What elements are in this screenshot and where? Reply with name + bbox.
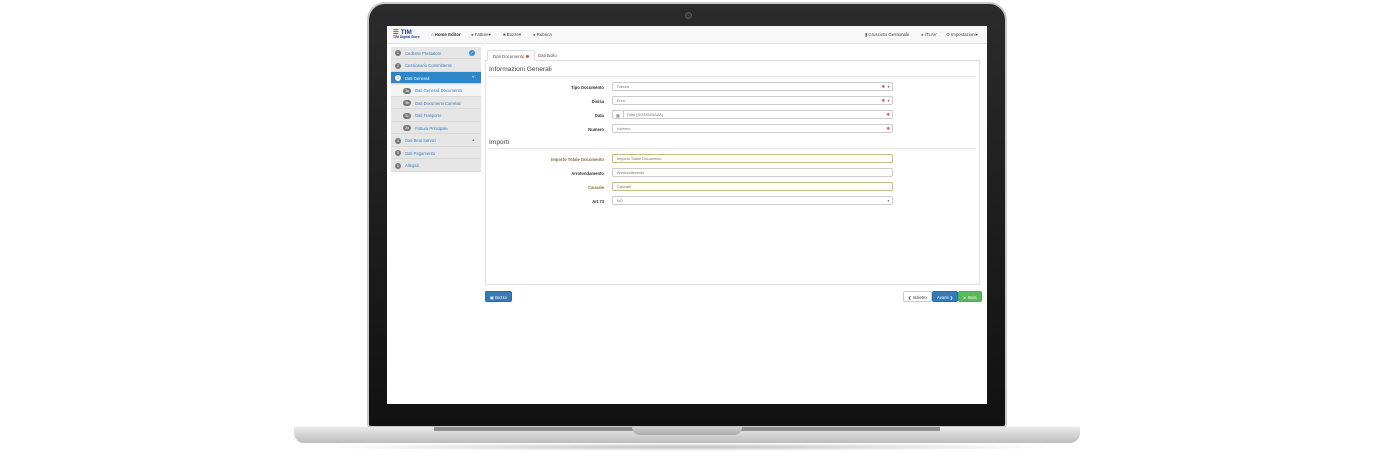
chevron-left-icon: ❮: [908, 295, 912, 300]
nav-impostazioni[interactable]: ⚙Impostazioni▾: [946, 32, 978, 38]
tipo-documento-select[interactable]: Fattura ✱ ▼: [612, 82, 893, 91]
required-asterisk-icon: ✱: [881, 84, 885, 89]
section-title-general: Informazioni Generali: [489, 66, 552, 73]
wizard-sidebar: 1 Cedente Prestatore ✓ 2 Cessionario Com…: [391, 47, 481, 172]
send-icon: ➤: [963, 295, 967, 300]
required-asterisk-icon: ✱: [886, 112, 890, 117]
required-dot-icon: [526, 54, 530, 58]
tab-dati-documento[interactable]: Dati Documento: [487, 50, 536, 61]
document-tabs: Dati Documento Dati Bollo: [485, 47, 980, 61]
users-icon: ●: [533, 32, 536, 37]
draft-button[interactable]: ▣ Bozza: [485, 291, 512, 302]
sidebar-item-allegati[interactable]: 6 Allegati: [391, 160, 481, 172]
chevron-down-icon: ▼: [886, 84, 890, 89]
section-title-amounts: Importi: [489, 139, 510, 146]
sidebar-item-dati-generali[interactable]: 3 Dati Generali ▼: [391, 72, 481, 84]
label-divisa: Divisa: [591, 99, 604, 104]
laptop-mockup: ☰ TIM TIM Digital Store ⌂Home Editor ●Fa…: [0, 0, 1374, 456]
importo-totale-input[interactable]: Importo Totale Documento: [612, 154, 893, 163]
divider: [488, 76, 976, 77]
next-button[interactable]: Avanti ❯: [932, 291, 959, 302]
home-icon: ⌂: [431, 32, 434, 37]
save-icon: ▣: [490, 295, 494, 300]
numero-input[interactable]: Numero ✱: [612, 124, 893, 133]
nav-user[interactable]: ●ITLAV: [921, 32, 937, 37]
divisa-select[interactable]: Euro ✱ ▼: [612, 96, 893, 105]
sidebar-item-documenti-correlati[interactable]: 3b Dati Documenti Correlati: [391, 97, 481, 109]
brand-logo[interactable]: ☰ TIM TIM Digital Store: [393, 28, 420, 39]
user-icon: ●: [471, 32, 474, 37]
required-asterisk-icon: ✱: [886, 126, 890, 131]
nav-fatture[interactable]: ●Fatture▾: [471, 32, 491, 38]
check-icon: ✓: [469, 49, 475, 56]
sidebar-item-cedente[interactable]: 1 Cedente Prestatore ✓: [391, 47, 481, 59]
user-icon: ●: [921, 32, 924, 37]
sidebar-item-fattura-principale[interactable]: 3d Fattura Principale: [391, 122, 481, 134]
divider: [488, 148, 976, 149]
laptop-shadow: [310, 443, 1064, 451]
sidebar-item-cessionario[interactable]: 2 Cessionario Committente: [391, 60, 481, 72]
folder-icon: ■: [503, 32, 506, 37]
label-importo-totale: Importo Totale Documento: [551, 157, 604, 162]
laptop-notch: [632, 427, 742, 435]
chevron-down-icon: ▼: [886, 98, 890, 103]
label-data: Data: [594, 113, 604, 118]
back-button[interactable]: ❮ Indietro: [903, 291, 932, 302]
sidebar-item-dati-trasporto[interactable]: 3c Dati Trasporto: [391, 110, 481, 122]
required-asterisk-icon: ✱: [881, 98, 885, 103]
label-arrotondamento: Arrotondamento: [571, 171, 604, 176]
nav-cruscotto[interactable]: ▮Cruscotto Gestionale: [865, 32, 909, 38]
label-causale: Causale: [587, 185, 604, 190]
label-tipo-documento: Tipo Documento: [571, 85, 604, 90]
caret-down-icon: ▲: [471, 137, 475, 142]
nav-home-editor[interactable]: ⌂Home Editor: [431, 32, 461, 37]
calendar-icon[interactable]: ▦: [616, 113, 620, 118]
camera-icon: [685, 12, 692, 19]
label-numero: Numero: [588, 127, 604, 132]
sidebar-item-pagamento[interactable]: 5 Dati Pagamento: [391, 147, 481, 159]
nav-rubrica[interactable]: ●Rubrica: [533, 32, 552, 37]
brand-subtitle: TIM Digital Store: [393, 35, 420, 39]
gear-icon: ⚙: [946, 32, 950, 37]
data-input[interactable]: ▦ Data (GG/MM/AAAA) ✱: [612, 110, 893, 119]
chevron-right-icon: ❯: [949, 295, 954, 300]
causale-input[interactable]: Causale: [612, 182, 893, 191]
sidebar-item-dati-generali-documento[interactable]: 3a Dati Generali Documento: [391, 84, 481, 97]
divider: [623, 111, 624, 118]
nav-bozze[interactable]: ■Bozze▾: [503, 32, 521, 38]
chevron-down-icon: ▼: [886, 198, 890, 203]
art73-select[interactable]: NO ▼: [612, 196, 893, 205]
arrotondamento-input[interactable]: Arrotondamento: [612, 168, 893, 177]
label-art73: Art.73: [592, 199, 604, 204]
app-screen: ☰ TIM TIM Digital Store ⌂Home Editor ●Fa…: [387, 26, 987, 404]
caret-down-icon: ▼: [471, 75, 475, 79]
sidebar-item-beni-servizi[interactable]: 4 Dati Beni Servizi ▲: [391, 135, 481, 147]
top-navbar: ☰ TIM TIM Digital Store ⌂Home Editor ●Fa…: [387, 26, 987, 44]
send-button[interactable]: ➤ Invia: [958, 291, 982, 302]
tab-dati-bollo[interactable]: Dati Bollo: [533, 50, 562, 61]
